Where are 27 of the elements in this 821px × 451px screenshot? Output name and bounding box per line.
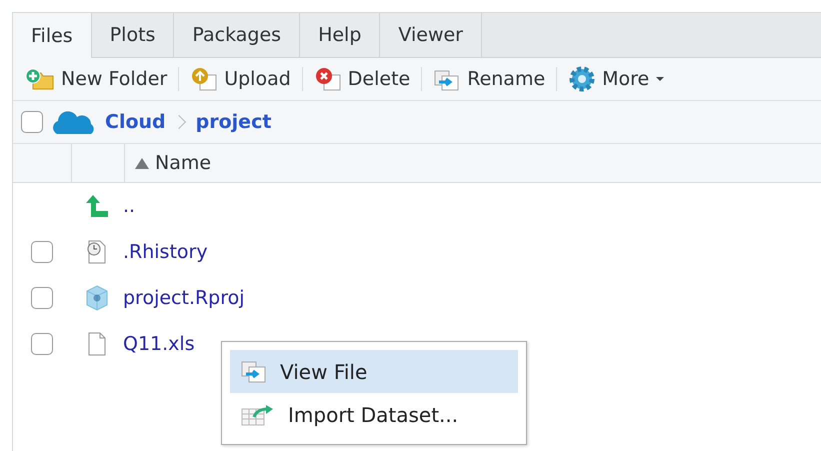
toolbar-button[interactable]: More [566,65,668,93]
caret-icon [655,76,666,82]
checkbox[interactable] [31,333,53,355]
new-folder-icon [25,67,55,91]
checkbox[interactable] [21,111,43,133]
upload-icon [190,67,218,91]
file-link[interactable]: .. [123,195,136,217]
menu-item[interactable]: View File [230,350,518,393]
file-link[interactable]: project.Rproj [123,287,245,309]
delete-icon [314,67,342,91]
file-link[interactable]: .Rhistory [123,241,208,263]
gear-icon [568,65,596,93]
toolbar-button[interactable]: Rename [431,67,548,91]
file-link[interactable]: Q11.xls [123,333,195,355]
checkbox[interactable] [31,241,53,263]
r-cube-icon [85,285,109,311]
tab[interactable]: Files [13,13,92,58]
menu-item[interactable]: Import Dataset... [230,393,518,436]
up-arrow-icon [84,194,110,218]
column-header[interactable]: Name [125,144,212,182]
breadcrumb-link[interactable]: Cloud [105,111,166,133]
toolbar-button[interactable]: New Folder [23,67,170,91]
view-file-icon [240,360,268,384]
toolbar-button[interactable]: Delete [312,67,412,91]
checkbox[interactable] [31,287,53,309]
toolbar-button[interactable]: Upload [188,67,293,91]
breadcrumb-link[interactable]: project [196,111,272,133]
